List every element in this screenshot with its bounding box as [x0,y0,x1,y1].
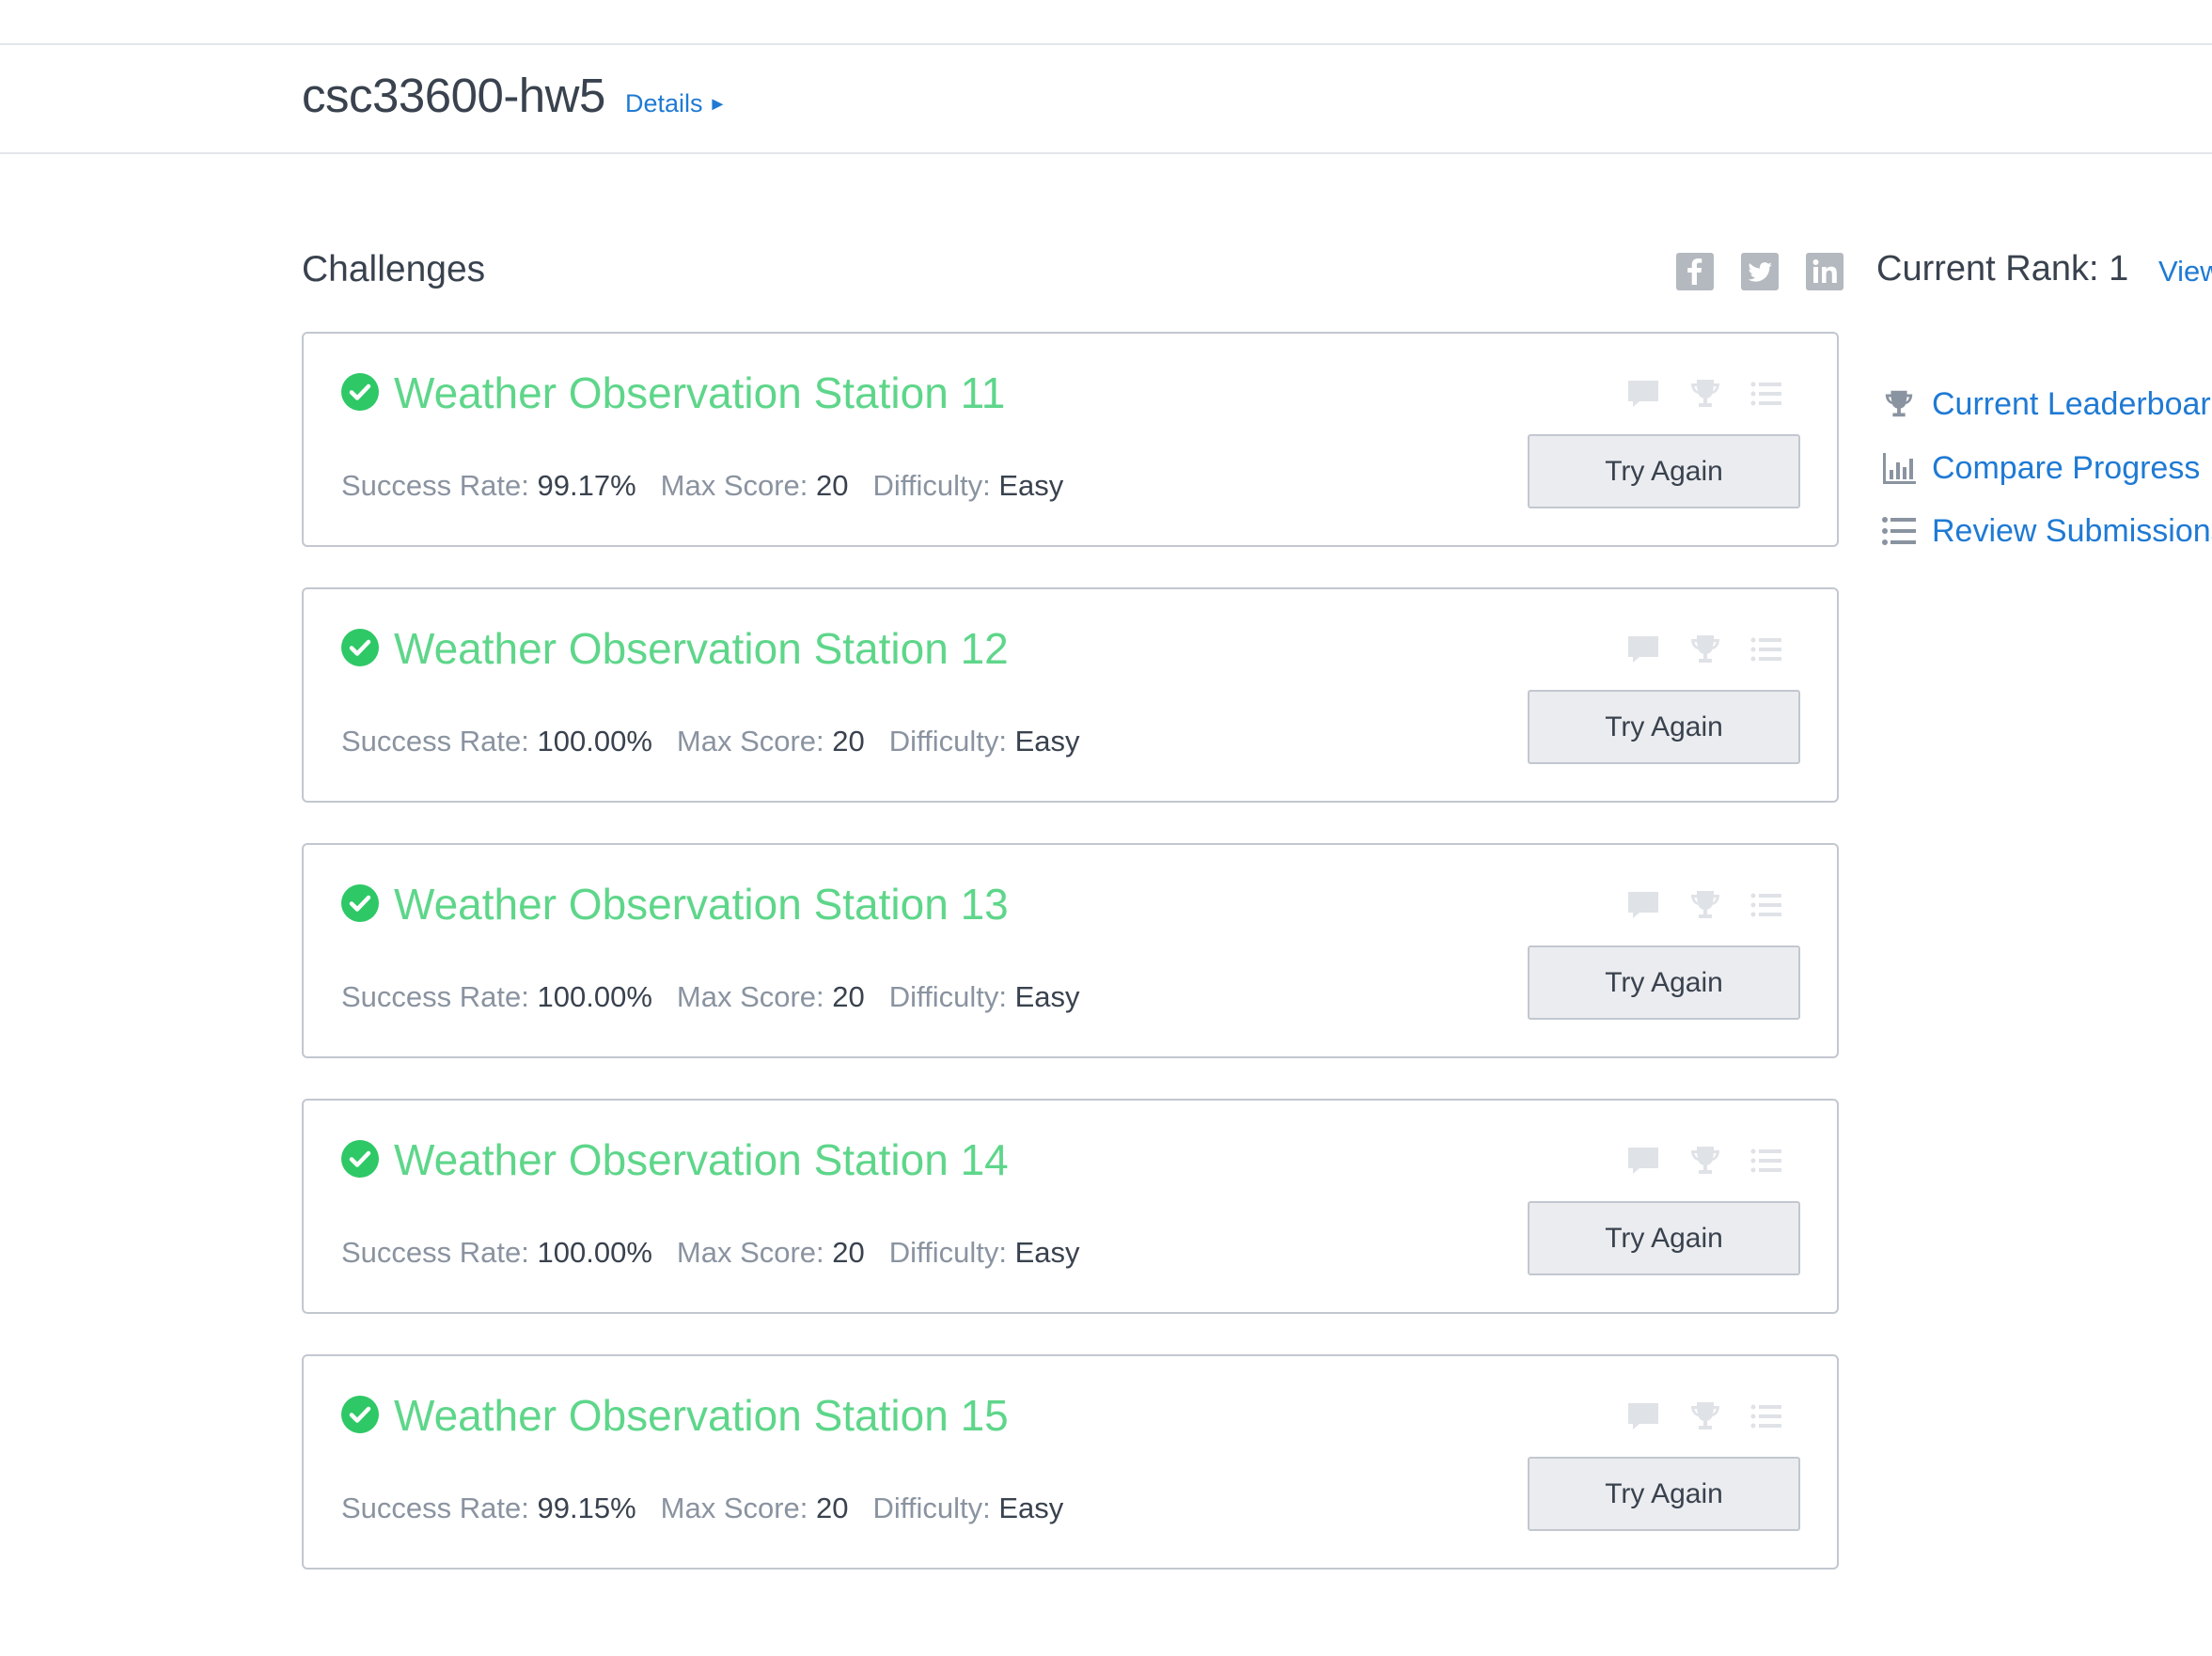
current-leaderboard-label[interactable]: Current Leaderboard [1932,386,2212,423]
submissions-icon[interactable] [1748,886,1785,924]
challenge-card: Weather Observation Station 14 Success R… [302,1099,1839,1314]
difficulty-label: Difficulty: [872,469,991,502]
twitter-icon[interactable] [1741,253,1779,290]
difficulty-label: Difficulty: [888,725,1007,758]
details-link[interactable]: Details ► [625,89,727,118]
try-again-button[interactable]: Try Again [1528,434,1800,508]
details-label[interactable]: Details [625,89,703,117]
challenge-card: Weather Observation Station 15 Success R… [302,1354,1839,1570]
difficulty-value: Easy [998,1492,1064,1524]
challenge-card: Weather Observation Station 11 Success R… [302,332,1839,547]
max-score-value: 20 [816,469,849,502]
page-title: csc33600-hw5 [302,69,605,122]
challenge-stats: Success Rate: 99.17% Max Score: 20 Difficu… [341,469,1088,503]
challenge-title[interactable]: Weather Observation Station 14 [394,1134,1009,1185]
max-score-label: Max Score: [676,1236,824,1269]
submissions-icon[interactable] [1748,375,1785,413]
max-score-label: Max Score: [660,1492,808,1524]
difficulty-value: Easy [1014,980,1080,1013]
discussion-icon[interactable] [1624,886,1662,924]
success-rate-label: Success Rate: [341,980,529,1013]
challenge-title[interactable]: Weather Observation Station 11 [394,367,1005,418]
discussion-icon[interactable] [1624,631,1662,668]
success-rate-label: Success Rate: [341,1492,529,1524]
check-circle-icon [341,629,379,666]
challenge-card: Weather Observation Station 13 Success R… [302,843,1839,1058]
challenge-title[interactable]: Weather Observation Station 13 [394,879,1009,930]
max-score-value: 20 [832,725,865,758]
leaderboard-icon[interactable] [1686,375,1724,413]
challenge-stats: Success Rate: 100.00% Max Score: 20 Diffic… [341,1236,1105,1270]
success-rate-label: Success Rate: [341,1236,529,1269]
difficulty-value: Easy [998,469,1064,502]
success-rate-value: 99.15% [537,1492,636,1524]
max-score-value: 20 [832,1236,865,1269]
challenge-stats: Success Rate: 99.15% Max Score: 20 Difficu… [341,1492,1088,1525]
difficulty-label: Difficulty: [888,1236,1007,1269]
try-again-button[interactable]: Try Again [1528,690,1800,764]
bar-chart-icon [1880,449,1918,487]
try-again-button[interactable]: Try Again [1528,945,1800,1020]
view-rank-link[interactable]: View [2158,255,2212,289]
difficulty-value: Easy [1014,1236,1080,1269]
current-rank: Current Rank: 1 [1876,249,2129,289]
try-again-button[interactable]: Try Again [1528,1201,1800,1275]
compare-progress-link[interactable]: Compare Progress [1880,447,2200,489]
difficulty-value: Easy [1014,725,1080,758]
success-rate-label: Success Rate: [341,725,529,758]
submissions-icon[interactable] [1748,631,1785,668]
arrow-right-icon: ► [708,94,728,115]
difficulty-label: Difficulty: [888,980,1007,1013]
check-circle-icon [341,1396,379,1433]
compare-progress-label[interactable]: Compare Progress [1932,450,2200,487]
leaderboard-icon[interactable] [1686,1398,1724,1435]
list-icon [1880,512,1918,550]
discussion-icon[interactable] [1624,1398,1662,1435]
success-rate-value: 100.00% [537,725,652,758]
facebook-icon[interactable] [1676,253,1714,290]
success-rate-value: 100.00% [537,1236,652,1269]
challenge-stats: Success Rate: 100.00% Max Score: 20 Diffic… [341,725,1105,758]
current-leaderboard-link[interactable]: Current Leaderboard [1880,383,2212,425]
section-title: Challenges [302,249,486,289]
max-score-value: 20 [832,980,865,1013]
max-score-value: 20 [816,1492,849,1524]
success-rate-value: 100.00% [537,980,652,1013]
challenge-title[interactable]: Weather Observation Station 15 [394,1390,1009,1441]
success-rate-value: 99.17% [537,469,636,502]
linkedin-icon[interactable] [1806,253,1843,290]
top-nav-strip [0,0,2212,45]
challenge-stats: Success Rate: 100.00% Max Score: 20 Diffic… [341,980,1105,1014]
difficulty-label: Difficulty: [872,1492,991,1524]
leaderboard-icon[interactable] [1686,886,1724,924]
check-circle-icon [341,1140,379,1178]
challenge-title[interactable]: Weather Observation Station 12 [394,623,1009,674]
challenge-card: Weather Observation Station 12 Success R… [302,587,1839,803]
check-circle-icon [341,884,379,922]
discussion-icon[interactable] [1624,1142,1662,1180]
discussion-icon[interactable] [1624,375,1662,413]
success-rate-label: Success Rate: [341,469,529,502]
review-submissions-label[interactable]: Review Submissions [1932,513,2212,550]
submissions-icon[interactable] [1748,1142,1785,1180]
max-score-label: Max Score: [660,469,808,502]
max-score-label: Max Score: [676,725,824,758]
trophy-icon [1880,385,1918,423]
leaderboard-icon[interactable] [1686,631,1724,668]
max-score-label: Max Score: [676,980,824,1013]
leaderboard-icon[interactable] [1686,1142,1724,1180]
submissions-icon[interactable] [1748,1398,1785,1435]
review-submissions-link[interactable]: Review Submissions [1880,510,2212,552]
try-again-button[interactable]: Try Again [1528,1457,1800,1531]
check-circle-icon [341,373,379,411]
